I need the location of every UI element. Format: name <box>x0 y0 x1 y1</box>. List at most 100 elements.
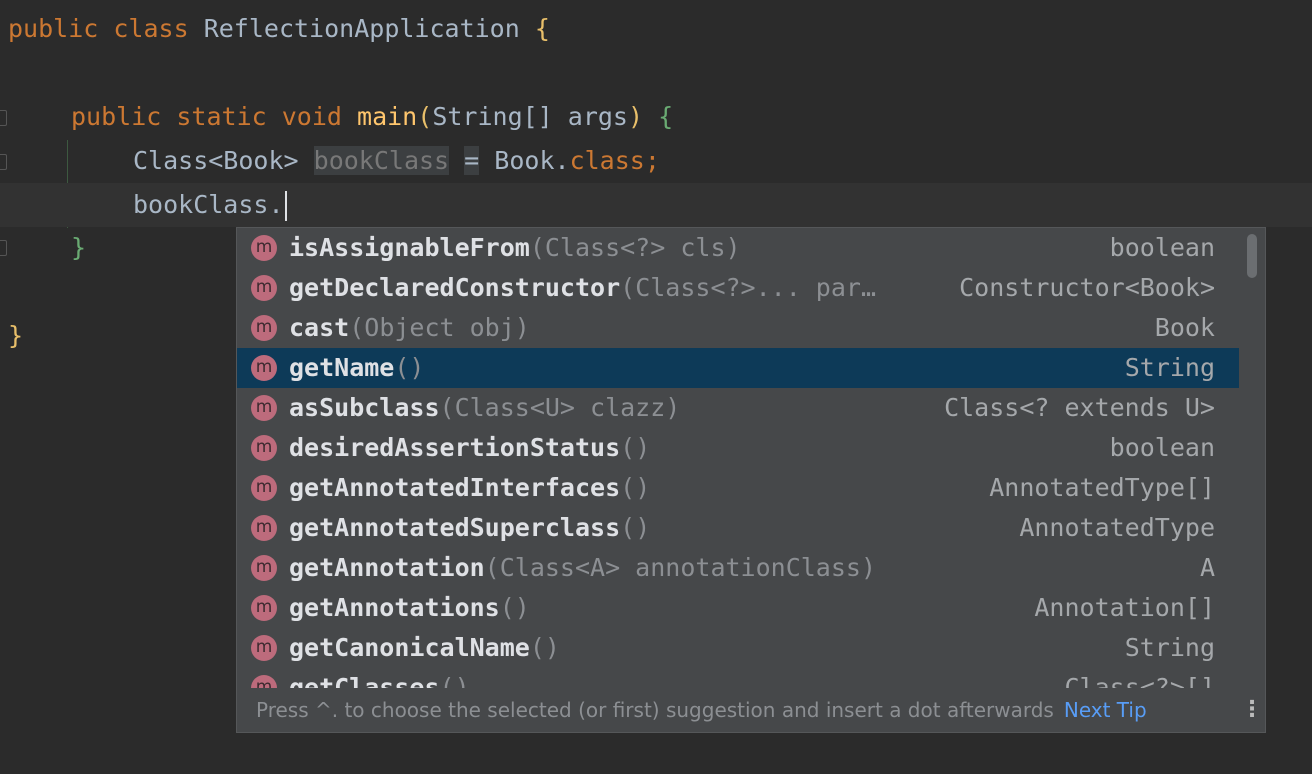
keyword-static: static <box>176 102 267 131</box>
close-paren: ) <box>627 102 644 131</box>
method-name: getAnnotations <box>289 593 500 622</box>
method-badge-icon: m <box>251 595 277 621</box>
completion-item-name: getAnnotation(Class<A> annotationClass) <box>289 548 876 588</box>
completion-item-name: isAssignableFrom(Class<?> cls) <box>289 228 741 268</box>
close-brace: } <box>8 321 24 350</box>
code-line-method-close[interactable]: } <box>71 226 86 270</box>
method-name: isAssignableFrom <box>289 233 530 262</box>
method-name: getDeclaredConstructor <box>289 273 621 302</box>
scroll-thumb[interactable] <box>1247 234 1257 278</box>
return-type: Book <box>1154 313 1215 342</box>
completion-item[interactable]: m getName() String <box>237 348 1239 388</box>
method-name: getAnnotation <box>289 553 485 582</box>
completion-scrollbar[interactable] <box>1243 232 1261 684</box>
completion-item[interactable]: m asSubclass(Class<U> clazz) Class<? exten… <box>237 388 1239 428</box>
tip-text: Press ^. to choose the selected (or firs… <box>256 698 1054 722</box>
method-badge-icon: m <box>251 475 277 501</box>
code-line-main-method[interactable]: public static void main(String[] args) { <box>71 95 673 139</box>
variable-type: Class<Book> <box>133 146 299 175</box>
completion-item[interactable]: m desiredAssertionStatus() boolean <box>237 428 1239 468</box>
assignment-operator: = <box>464 146 480 175</box>
return-type: String <box>1124 633 1215 662</box>
method-params: (Class<?> cls) <box>529 233 741 262</box>
return-type: A <box>1199 553 1215 582</box>
completion-item[interactable]: m getClasses() Class<?>[] <box>237 668 1239 688</box>
return-type: boolean <box>1109 233 1215 262</box>
vertical-ellipsis-icon[interactable]: ⋮ <box>1241 688 1263 732</box>
keyword-public: public <box>8 14 99 43</box>
return-type: String <box>1124 353 1215 382</box>
method-params: (Class<U> clazz) <box>439 393 681 422</box>
keyword-class: class <box>569 146 645 175</box>
gutter-fold-marker[interactable] <box>0 154 7 170</box>
return-type: AnnotatedType <box>1019 513 1215 542</box>
return-type: boolean <box>1109 433 1215 462</box>
completion-item-name: cast(Object obj) <box>289 308 530 348</box>
completion-list[interactable]: m isAssignableFrom(Class<?> cls) boolean m g… <box>237 228 1239 688</box>
completion-item[interactable]: m getAnnotatedSuperclass() AnnotatedType <box>237 508 1239 548</box>
code-line-current[interactable]: bookClass. <box>0 183 1312 227</box>
method-params: () <box>620 513 651 542</box>
gutter-fold-marker[interactable] <box>0 240 7 256</box>
keyword-public: public <box>71 102 162 131</box>
completion-item-name: asSubclass(Class<U> clazz) <box>289 388 680 428</box>
completion-item-name: desiredAssertionStatus() <box>289 428 650 468</box>
method-params: (Class<A> annotationClass) <box>484 553 877 582</box>
method-name: getAnnotatedSuperclass <box>289 513 621 542</box>
completion-item[interactable]: m getAnnotations() Annotation[] <box>237 588 1239 628</box>
code-completion-popup[interactable]: m isAssignableFrom(Class<?> cls) boolean m g… <box>236 227 1266 733</box>
return-type: AnnotatedType[] <box>989 473 1215 502</box>
close-brace: } <box>71 233 87 262</box>
method-badge-icon: m <box>251 555 277 581</box>
completion-item-name: getDeclaredConstructor(Class<?>... par… <box>289 268 876 308</box>
completion-footer: Press ^. to choose the selected (or firs… <box>237 688 1265 732</box>
method-params: () <box>439 673 470 688</box>
code-line-class-close[interactable]: } <box>8 314 23 358</box>
completion-item-name: getAnnotations() <box>289 588 530 628</box>
method-badge-icon: m <box>251 355 277 381</box>
completion-item[interactable]: m getDeclaredConstructor(Class<?>... par…… <box>237 268 1239 308</box>
method-name: getCanonicalName <box>289 633 530 662</box>
completion-item[interactable]: m isAssignableFrom(Class<?> cls) boolean <box>237 228 1239 268</box>
completion-item-name: getAnnotatedSuperclass() <box>289 508 650 548</box>
code-editor[interactable]: public class ReflectionApplication { pub… <box>0 0 1312 774</box>
footer-tip: Press ^. to choose the selected (or firs… <box>256 688 1147 732</box>
method-name: main <box>357 102 418 131</box>
return-type: Constructor<Book> <box>959 273 1215 302</box>
code-line-class-declaration[interactable]: public class ReflectionApplication { <box>8 7 550 51</box>
completion-item-name: getCanonicalName() <box>289 628 560 668</box>
return-type: Class<? extends U> <box>944 393 1215 422</box>
method-name: getClasses <box>289 673 440 688</box>
gutter-fold-marker[interactable] <box>0 110 7 126</box>
method-params: (Object obj) <box>349 313 530 342</box>
typed-expression: bookClass. <box>133 190 284 219</box>
completion-item[interactable]: m cast(Object obj) Book <box>237 308 1239 348</box>
completion-item[interactable]: m getCanonicalName() String <box>237 628 1239 668</box>
open-paren: ( <box>417 102 433 131</box>
method-badge-icon: m <box>251 315 277 341</box>
method-badge-icon: m <box>251 635 277 661</box>
method-params: () <box>499 593 530 622</box>
completion-item-name: getName() <box>289 348 424 388</box>
method-params: () <box>620 433 651 462</box>
method-name: cast <box>289 313 350 342</box>
method-params: () <box>620 473 651 502</box>
method-badge-icon: m <box>251 515 277 541</box>
unused-variable: bookClass <box>313 146 450 175</box>
method-badge-icon: m <box>251 435 277 461</box>
method-name: desiredAssertionStatus <box>289 433 621 462</box>
method-name: getName <box>289 353 395 382</box>
completion-item-name: getAnnotatedInterfaces() <box>289 468 650 508</box>
open-brace: { <box>534 14 550 43</box>
code-line-class-variable[interactable]: Class<Book> bookClass = Book.class; <box>133 139 660 183</box>
completion-item[interactable]: m getAnnotatedInterfaces() AnnotatedType[] <box>237 468 1239 508</box>
next-tip-link[interactable]: Next Tip <box>1064 698 1147 722</box>
method-name: asSubclass <box>289 393 440 422</box>
method-badge-icon: m <box>251 275 277 301</box>
keyword-void: void <box>281 102 342 131</box>
method-params: (Class<?>... par… <box>620 273 877 302</box>
semicolon: ; <box>644 146 660 175</box>
method-name: getAnnotatedInterfaces <box>289 473 621 502</box>
completion-item[interactable]: m getAnnotation(Class<A> annotationClass)… <box>237 548 1239 588</box>
method-badge-icon: m <box>251 395 277 421</box>
